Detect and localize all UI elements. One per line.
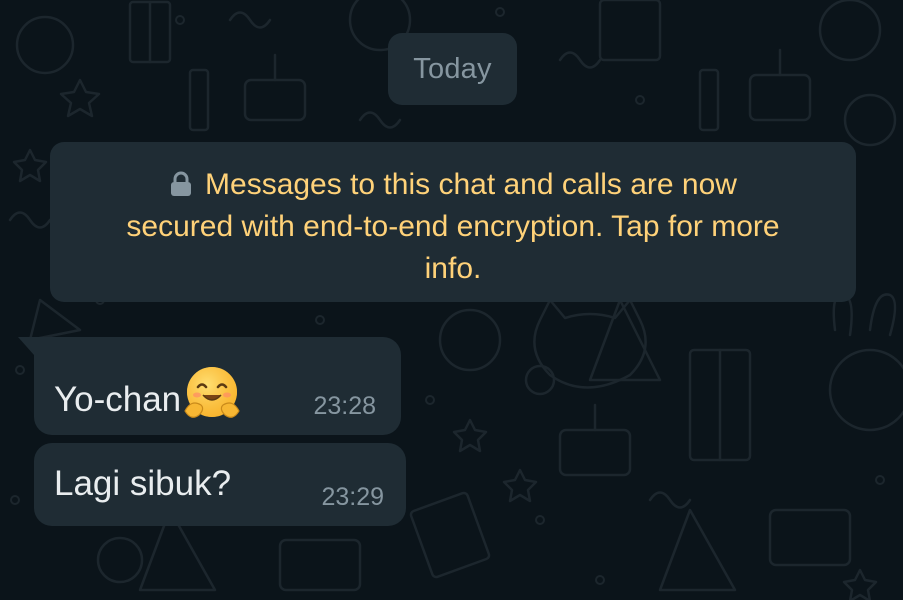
date-divider-label: Today — [413, 52, 492, 85]
message-bubble-incoming[interactable]: Lagi sibuk? 23:29 — [34, 443, 406, 526]
encryption-notice-line-1: Messages to this chat and calls are now — [205, 168, 737, 201]
encryption-notice-line-2: secured with end-to-end encryption. Tap … — [126, 210, 780, 243]
hugging-face-icon — [184, 367, 240, 418]
encryption-notice[interactable]: Messages to this chat and calls are now … — [50, 142, 856, 302]
message-bubble-incoming[interactable]: Yo-chan 23:28 — [18, 337, 401, 435]
lock-icon — [171, 171, 192, 196]
bubble-tail — [18, 337, 34, 355]
message-timestamp: 23:29 — [321, 483, 384, 511]
date-divider: Today — [388, 33, 517, 105]
message-text-content: Yo-chan — [54, 380, 182, 419]
encryption-notice-line-3: info. — [424, 252, 482, 285]
message-text: Lagi sibuk? — [54, 464, 232, 503]
chat-area: Today Messages to this chat and calls ar… — [0, 0, 903, 600]
message-text: Yo-chan — [54, 365, 241, 423]
encryption-notice-line: Messages to this chat and calls are now — [74, 164, 832, 206]
message-timestamp: 23:28 — [313, 392, 376, 420]
